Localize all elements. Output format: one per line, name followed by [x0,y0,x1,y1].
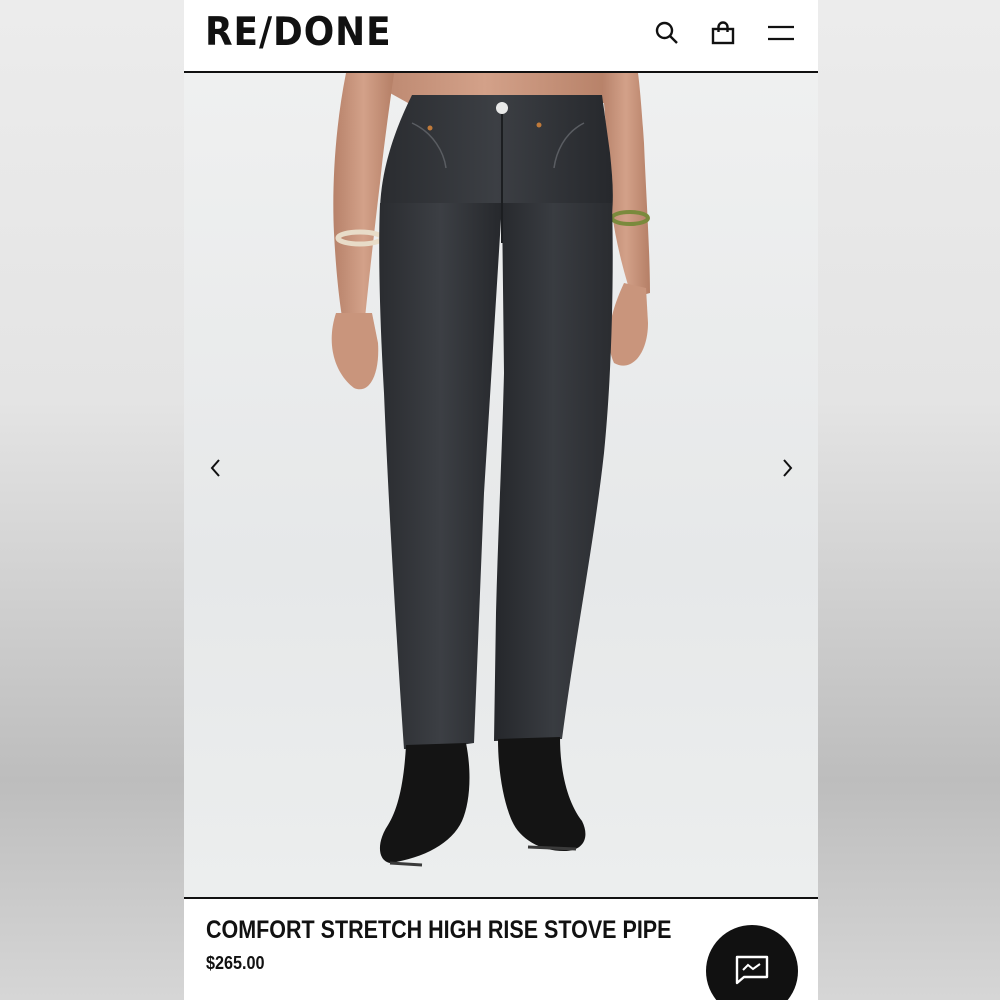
site-header: RE/DONE [184,0,818,73]
product-title: COMFORT STRETCH HIGH RISE STOVE PIPE [206,916,672,944]
product-image [331,73,650,867]
chat-icon [735,955,769,985]
search-icon[interactable] [654,20,680,46]
product-price: $265.00 [206,953,265,973]
chevron-right-icon[interactable] [775,453,799,483]
page-background-left [0,0,184,1000]
mobile-screen: RE/DONE COMFORT STRETCH HIGH RISE STOVE … [184,0,818,1000]
chat-button[interactable] [706,925,798,1000]
product-info: COMFORT STRETCH HIGH RISE STOVE PIPE $26… [184,899,818,1000]
product-gallery[interactable] [184,73,818,899]
shopping-bag-icon[interactable] [710,20,736,46]
page-background-right [818,0,1000,1000]
chevron-left-icon[interactable] [204,453,228,483]
brand-logo[interactable]: RE/DONE [205,10,392,55]
menu-icon[interactable] [768,20,794,46]
